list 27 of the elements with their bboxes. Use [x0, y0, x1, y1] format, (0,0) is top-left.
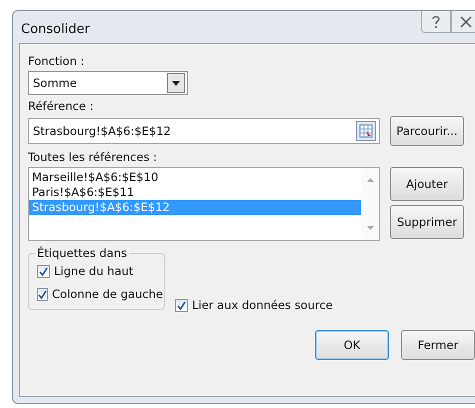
checkbox[interactable] — [37, 264, 50, 278]
checkbox[interactable] — [175, 298, 188, 312]
field-label: Toutes les références : — [28, 150, 158, 164]
range-select-icon[interactable] — [356, 121, 376, 141]
add-button[interactable]: Ajouter — [390, 167, 464, 201]
dropdown-arrow-icon — [172, 80, 180, 86]
checkbox-label: Lier aux données source — [192, 298, 333, 312]
group-title: Étiquettes dans — [35, 246, 130, 260]
delete-button[interactable]: Supprimer — [390, 205, 464, 239]
close-button[interactable] — [451, 11, 475, 33]
dropdown-value: Somme — [33, 76, 77, 90]
checkbox-label: Colonne de gauche — [52, 287, 163, 301]
field-label: Référence : — [28, 99, 94, 113]
reference-field[interactable]: Strasbourg!$A$6:$E$12 — [28, 118, 380, 144]
close-dialog-button[interactable]: Fermer — [401, 330, 475, 360]
help-button[interactable] — [421, 11, 451, 33]
list-item[interactable]: Marseille!$A$6:$E$10 — [29, 170, 361, 185]
window-title: Consolider — [21, 22, 90, 37]
field-label: Fonction : — [28, 54, 86, 68]
checkbox-label: Ligne du haut — [54, 264, 134, 278]
ok-button[interactable]: OK — [315, 330, 389, 360]
close-icon — [460, 16, 472, 28]
help-icon — [431, 14, 441, 28]
browse-button[interactable]: Parcourir... — [390, 116, 464, 146]
function-dropdown[interactable]: Somme — [28, 71, 188, 95]
list-item[interactable]: Paris!$A$6:$E$11 — [29, 185, 361, 200]
checkbox[interactable] — [37, 288, 48, 300]
